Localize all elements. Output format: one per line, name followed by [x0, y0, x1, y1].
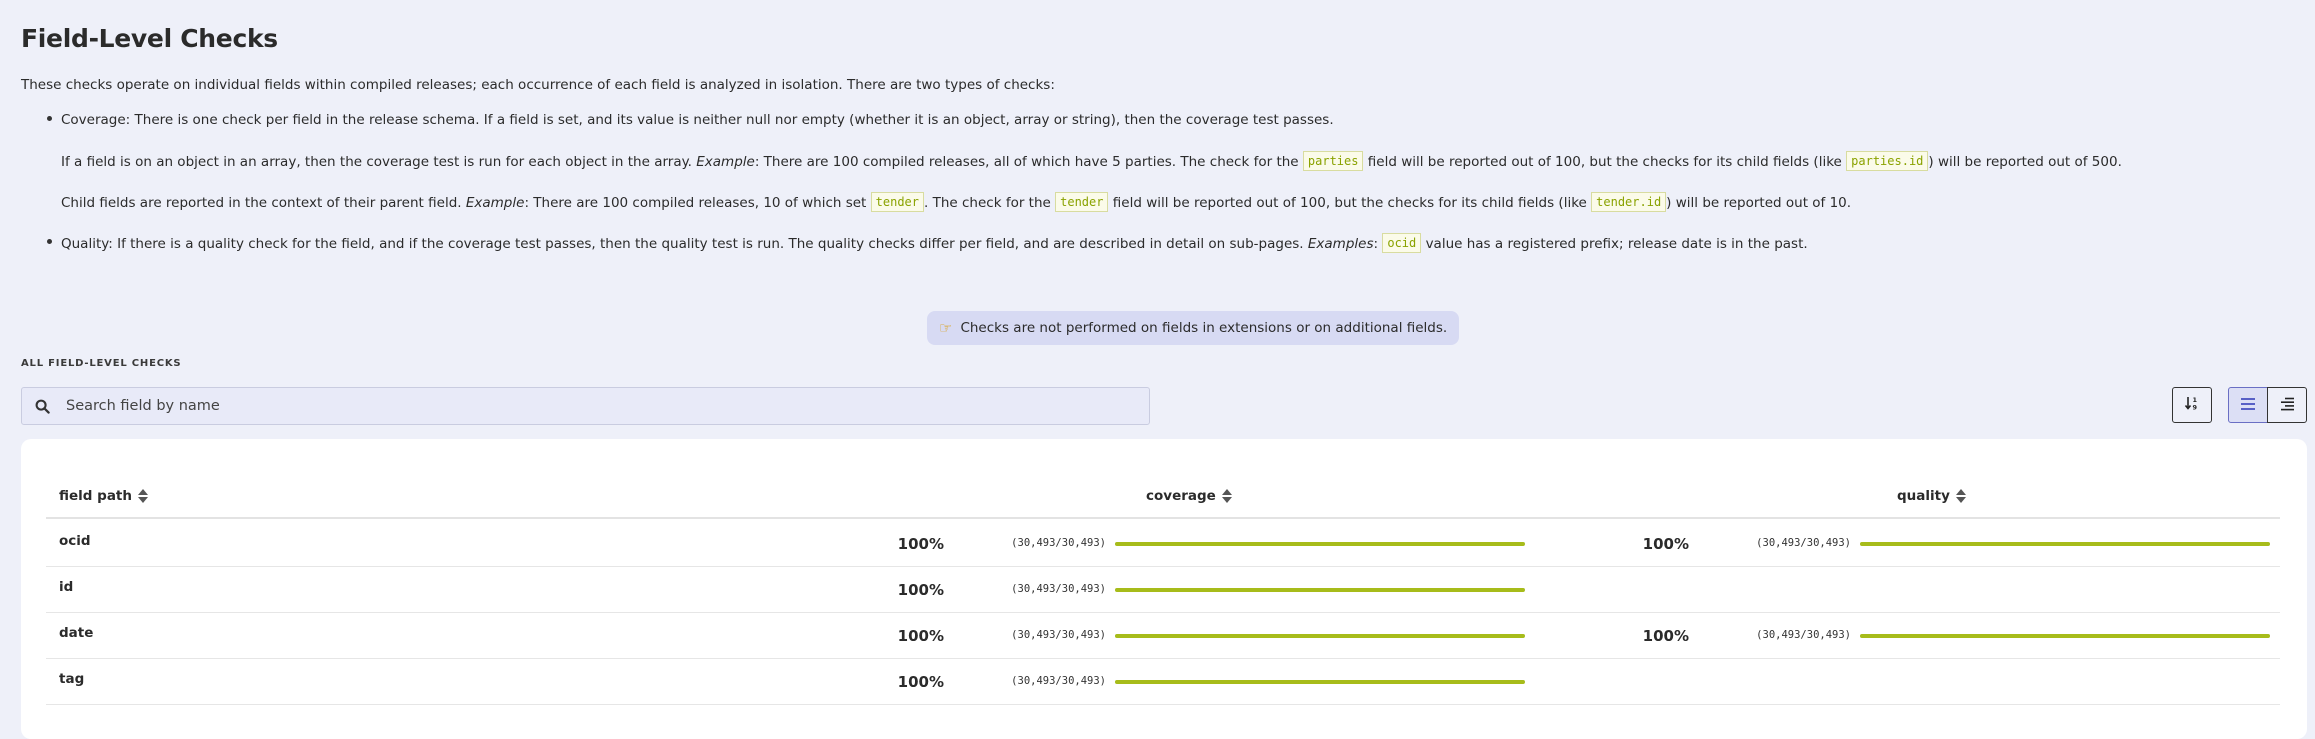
header-quality[interactable]: quality [1897, 483, 1966, 509]
coverage-progress-fill [1115, 542, 1525, 546]
table-row[interactable]: date 100% (30,493/30,493) 100% (30,493/30,49… [46, 613, 2280, 659]
code-tender: tender [870, 192, 925, 212]
quality-item: Quality: If there is a quality check for… [21, 233, 2221, 253]
coverage-progress-fill [1115, 588, 1525, 592]
page-title: Field-Level Checks [21, 24, 278, 53]
code-parties-id: parties.id [1846, 151, 1929, 171]
coverage-count: (30,493/30,493) [1011, 629, 1106, 641]
quality-percent: 100% [1642, 535, 1689, 553]
extensions-note: ☞ Checks are not performed on fields in … [927, 311, 1460, 345]
sort-arrows-icon [1221, 489, 1232, 503]
search-input[interactable] [62, 398, 1130, 414]
sort-numeric-icon: 1 9 [2184, 395, 2200, 415]
quality-count: (30,493/30,493) [1756, 537, 1851, 549]
coverage-percent: 100% [897, 673, 944, 691]
coverage-progress-bar [1115, 542, 1525, 546]
section-label: ALL FIELD-LEVEL CHECKS [21, 358, 182, 369]
header-field-path[interactable]: field path [59, 483, 148, 509]
note-text: Checks are not performed on fields in ex… [960, 320, 1448, 336]
table-header: field path coverage quality [46, 483, 2280, 519]
quality-progress-bar [1860, 542, 2270, 546]
coverage-count: (30,493/30,493) [1011, 675, 1106, 687]
search-icon [22, 399, 62, 414]
coverage-percent: 100% [897, 581, 944, 599]
coverage-child-paragraph: Child fields are reported in the context… [61, 192, 2221, 212]
code-ocid: ocid [1382, 233, 1422, 253]
coverage-progress-bar [1115, 680, 1525, 684]
quality-progress-bar [1860, 634, 2270, 638]
search-box[interactable] [21, 387, 1150, 425]
field-path-cell[interactable]: date [59, 625, 93, 641]
list-view-button[interactable] [2228, 387, 2268, 423]
table-row[interactable]: id 100% (30,493/30,493) [46, 567, 2280, 613]
header-coverage[interactable]: coverage [1146, 483, 1232, 509]
field-path-cell[interactable]: tag [59, 671, 84, 687]
checks-table-card: field path coverage quality ocid 100% (30,… [21, 439, 2307, 739]
check-types-list: Coverage: There is one check per field i… [21, 110, 2221, 253]
quality-progress-fill [1860, 542, 2270, 546]
sort-arrows-icon [138, 489, 148, 503]
coverage-main: Coverage: There is one check per field i… [61, 112, 1334, 128]
intro-text: These checks operate on individual field… [21, 77, 1055, 93]
coverage-item: Coverage: There is one check per field i… [21, 110, 2221, 212]
code-tender-2: tender [1055, 192, 1109, 212]
field-path-cell[interactable]: id [59, 579, 73, 595]
sort-arrows-icon [1955, 489, 1966, 503]
quality-paragraph: Quality: If there is a quality check for… [61, 233, 2221, 253]
align-right-view-button[interactable] [2267, 387, 2307, 423]
table-row[interactable]: tag 100% (30,493/30,493) [46, 659, 2280, 705]
coverage-progress-fill [1115, 680, 1525, 684]
quality-progress-fill [1860, 634, 2270, 638]
code-parties: parties [1302, 151, 1364, 171]
coverage-array-paragraph: If a field is on an object in an array, … [61, 151, 2221, 171]
quality-percent: 100% [1642, 627, 1689, 645]
coverage-percent: 100% [897, 535, 944, 553]
coverage-count: (30,493/30,493) [1011, 537, 1106, 549]
list-view-icon [2240, 396, 2256, 415]
coverage-progress-fill [1115, 634, 1525, 638]
quality-count: (30,493/30,493) [1756, 629, 1851, 641]
coverage-percent: 100% [897, 627, 944, 645]
align-right-view-icon [2279, 396, 2295, 415]
bullet-icon [47, 239, 52, 244]
table-row[interactable]: ocid 100% (30,493/30,493) 100% (30,493/30,49… [46, 521, 2280, 567]
code-tender-id: tender.id [1591, 192, 1667, 212]
svg-text:9: 9 [2193, 404, 2198, 412]
coverage-progress-bar [1115, 634, 1525, 638]
pointing-hand-icon: ☞ [939, 319, 953, 337]
coverage-progress-bar [1115, 588, 1525, 592]
field-path-cell[interactable]: ocid [59, 533, 91, 549]
bullet-icon [47, 116, 52, 121]
sort-button[interactable]: 1 9 [2172, 387, 2212, 423]
coverage-count: (30,493/30,493) [1011, 583, 1106, 595]
